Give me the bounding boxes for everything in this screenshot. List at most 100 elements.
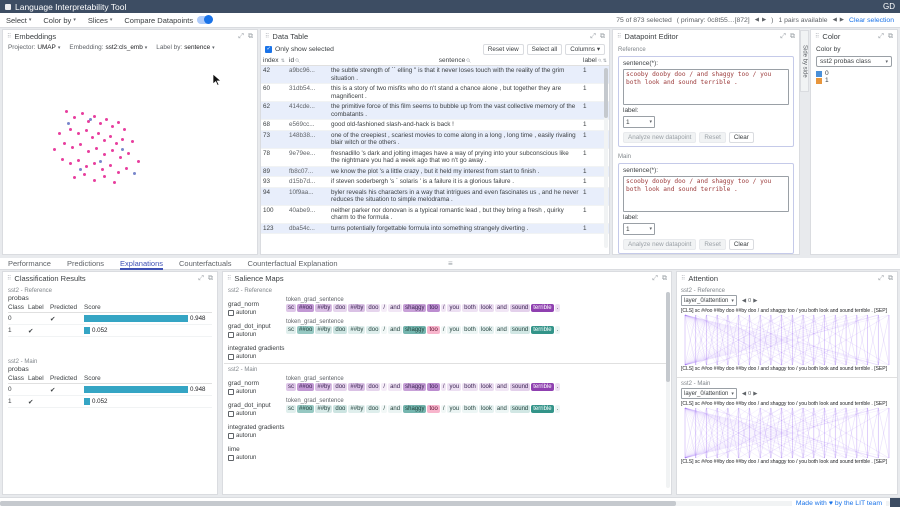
scatter-point[interactable] bbox=[77, 159, 80, 162]
autorun-checkbox[interactable]: autorun bbox=[228, 354, 286, 360]
scatter-point[interactable] bbox=[89, 118, 92, 121]
columns-button[interactable]: Columns ▾ bbox=[565, 44, 605, 55]
scatter-point[interactable] bbox=[73, 176, 76, 179]
tab-counterfactual-explanation[interactable]: Counterfactual Explanation bbox=[248, 258, 338, 270]
scatter-point[interactable] bbox=[123, 128, 126, 131]
select-all-button[interactable]: Select all bbox=[527, 44, 563, 55]
tab-explanations[interactable]: Explanations bbox=[120, 258, 163, 270]
scatter-point[interactable] bbox=[109, 164, 112, 167]
maximize-icon[interactable]: ⤢ bbox=[878, 33, 884, 41]
scatter-point[interactable] bbox=[71, 146, 74, 149]
maximize-icon[interactable]: ⤢ bbox=[238, 33, 244, 41]
popout-icon[interactable]: ⧉ bbox=[248, 33, 253, 41]
scatter-point[interactable] bbox=[109, 135, 112, 138]
scatter-point[interactable] bbox=[103, 175, 106, 178]
scatter-point[interactable] bbox=[105, 118, 108, 121]
clear-button[interactable]: Clear bbox=[729, 239, 754, 250]
scatter-point[interactable] bbox=[115, 142, 118, 145]
scatter-point[interactable] bbox=[73, 116, 76, 119]
column-header-id[interactable]: id bbox=[287, 57, 329, 64]
scatter-point[interactable] bbox=[79, 168, 82, 171]
popout-icon[interactable]: ⧉ bbox=[208, 275, 213, 283]
projector-select[interactable]: Projector: UMAP ▾ bbox=[8, 44, 60, 51]
scatter-point[interactable] bbox=[99, 160, 102, 163]
table-row[interactable]: 6031db54...this is a story of two misfit… bbox=[261, 84, 609, 102]
popout-icon[interactable]: ⧉ bbox=[790, 33, 795, 41]
column-header-label[interactable]: label ⇅ bbox=[581, 57, 609, 64]
slices-menu[interactable]: Slices ▾ bbox=[88, 16, 113, 25]
reset-button[interactable]: Reset bbox=[699, 239, 725, 250]
color-by-menu[interactable]: Color by ▾ bbox=[43, 16, 75, 25]
embedding-select[interactable]: Embedding: sst2:cls_emb ▾ bbox=[69, 44, 147, 51]
scatter-point[interactable] bbox=[113, 181, 116, 184]
label-by-select[interactable]: Label by: sentence ▾ bbox=[156, 44, 214, 51]
color-by-select[interactable]: sst2 probas class ▾ bbox=[816, 56, 892, 67]
tab-performance[interactable]: Performance bbox=[8, 258, 51, 270]
popout-icon[interactable]: ⧉ bbox=[888, 33, 893, 41]
table-row[interactable]: 789e79ee...fresnadillo 's dark and jolti… bbox=[261, 149, 609, 167]
scatter-point[interactable] bbox=[95, 147, 98, 150]
next-head-icon[interactable]: ▶ bbox=[753, 391, 757, 397]
table-row[interactable]: 62414cde...the primitive force of this f… bbox=[261, 102, 609, 120]
scatter-point[interactable] bbox=[91, 136, 94, 139]
label-select[interactable]: 1▾ bbox=[623, 116, 655, 128]
scatter-point[interactable] bbox=[65, 110, 68, 113]
scrollbar-thumb[interactable] bbox=[666, 292, 670, 382]
analyze-datapoint-button[interactable]: Analyze new datapoint bbox=[623, 239, 696, 250]
compare-datapoints-toggle[interactable] bbox=[197, 16, 212, 24]
scatter-point[interactable] bbox=[85, 129, 88, 132]
drag-handle-icon[interactable]: ⠿ bbox=[617, 33, 621, 40]
reset-view-button[interactable]: Reset view bbox=[483, 44, 524, 55]
scatter-point[interactable] bbox=[81, 112, 84, 115]
table-row[interactable]: 68e569cc...good old-fashioned slash-and-… bbox=[261, 120, 609, 131]
next-datapoint-icon[interactable]: ▶ bbox=[762, 17, 766, 23]
reset-button[interactable]: Reset bbox=[699, 132, 725, 143]
scatter-point[interactable] bbox=[69, 162, 72, 165]
scatter-point[interactable] bbox=[121, 138, 124, 141]
analyze-datapoint-button[interactable]: Analyze new datapoint bbox=[623, 132, 696, 143]
scatter-point[interactable] bbox=[99, 122, 102, 125]
layer-select[interactable]: layer_0/attention▾ bbox=[681, 388, 737, 399]
clear-selection-button[interactable]: Clear selection bbox=[849, 17, 894, 24]
column-header-index[interactable]: index ⇅ bbox=[261, 57, 287, 64]
column-header-sentence[interactable]: sentence bbox=[329, 57, 581, 64]
autorun-checkbox[interactable]: autorun bbox=[228, 433, 286, 439]
scatter-point[interactable] bbox=[85, 165, 88, 168]
scatter-point[interactable] bbox=[63, 142, 66, 145]
clear-button[interactable]: Clear bbox=[729, 132, 754, 143]
maximize-icon[interactable]: ⤢ bbox=[590, 33, 596, 41]
scatter-point[interactable] bbox=[97, 132, 100, 135]
scatter-point[interactable] bbox=[103, 139, 106, 142]
scatter-point[interactable] bbox=[67, 122, 70, 125]
drag-handle-icon[interactable]: ⠿ bbox=[265, 33, 269, 40]
table-row[interactable]: 123dba54c...turns potentially forgettabl… bbox=[261, 224, 609, 235]
scatter-point[interactable] bbox=[103, 153, 106, 156]
user-initials[interactable]: GD bbox=[883, 2, 895, 11]
table-row[interactable]: 42a9bc96...the subtle strength of `` ell… bbox=[261, 66, 609, 84]
scatter-point[interactable] bbox=[117, 171, 120, 174]
scatter-point[interactable] bbox=[53, 148, 56, 151]
scrollbar-thumb[interactable] bbox=[0, 501, 676, 506]
autorun-checkbox[interactable]: autorun bbox=[228, 332, 286, 338]
scatter-point[interactable] bbox=[121, 148, 124, 151]
maximize-icon[interactable]: ⤢ bbox=[652, 275, 658, 283]
select-menu[interactable]: Select ▾ bbox=[6, 16, 31, 25]
scatter-point[interactable] bbox=[131, 140, 134, 143]
prev-pair-icon[interactable]: ◀ bbox=[833, 17, 837, 23]
sentence-textarea[interactable]: scooby dooby doo / and shaggy too / you … bbox=[623, 69, 789, 105]
table-row[interactable]: 73148b38...one of the creepiest , scarie… bbox=[261, 131, 609, 149]
prev-datapoint-icon[interactable]: ◀ bbox=[755, 17, 759, 23]
scatter-point[interactable] bbox=[137, 160, 140, 163]
layer-select[interactable]: layer_0/attention▾ bbox=[681, 295, 737, 306]
scatter-point[interactable] bbox=[111, 149, 114, 152]
sentence-textarea[interactable]: scooby dooby doo / and shaggy too / you … bbox=[623, 176, 789, 212]
popout-icon[interactable]: ⧉ bbox=[662, 275, 667, 283]
autorun-checkbox[interactable]: autorun bbox=[228, 389, 286, 395]
scatter-point[interactable] bbox=[93, 179, 96, 182]
table-row[interactable]: 9410f9aa...byler reveals his characters … bbox=[261, 188, 609, 206]
tab-predictions[interactable]: Predictions bbox=[67, 258, 104, 270]
scatter-point[interactable] bbox=[61, 158, 64, 161]
maximize-icon[interactable]: ⤢ bbox=[878, 275, 884, 283]
autorun-checkbox[interactable]: autorun bbox=[228, 455, 286, 461]
prev-head-icon[interactable]: ◀ bbox=[742, 298, 746, 304]
